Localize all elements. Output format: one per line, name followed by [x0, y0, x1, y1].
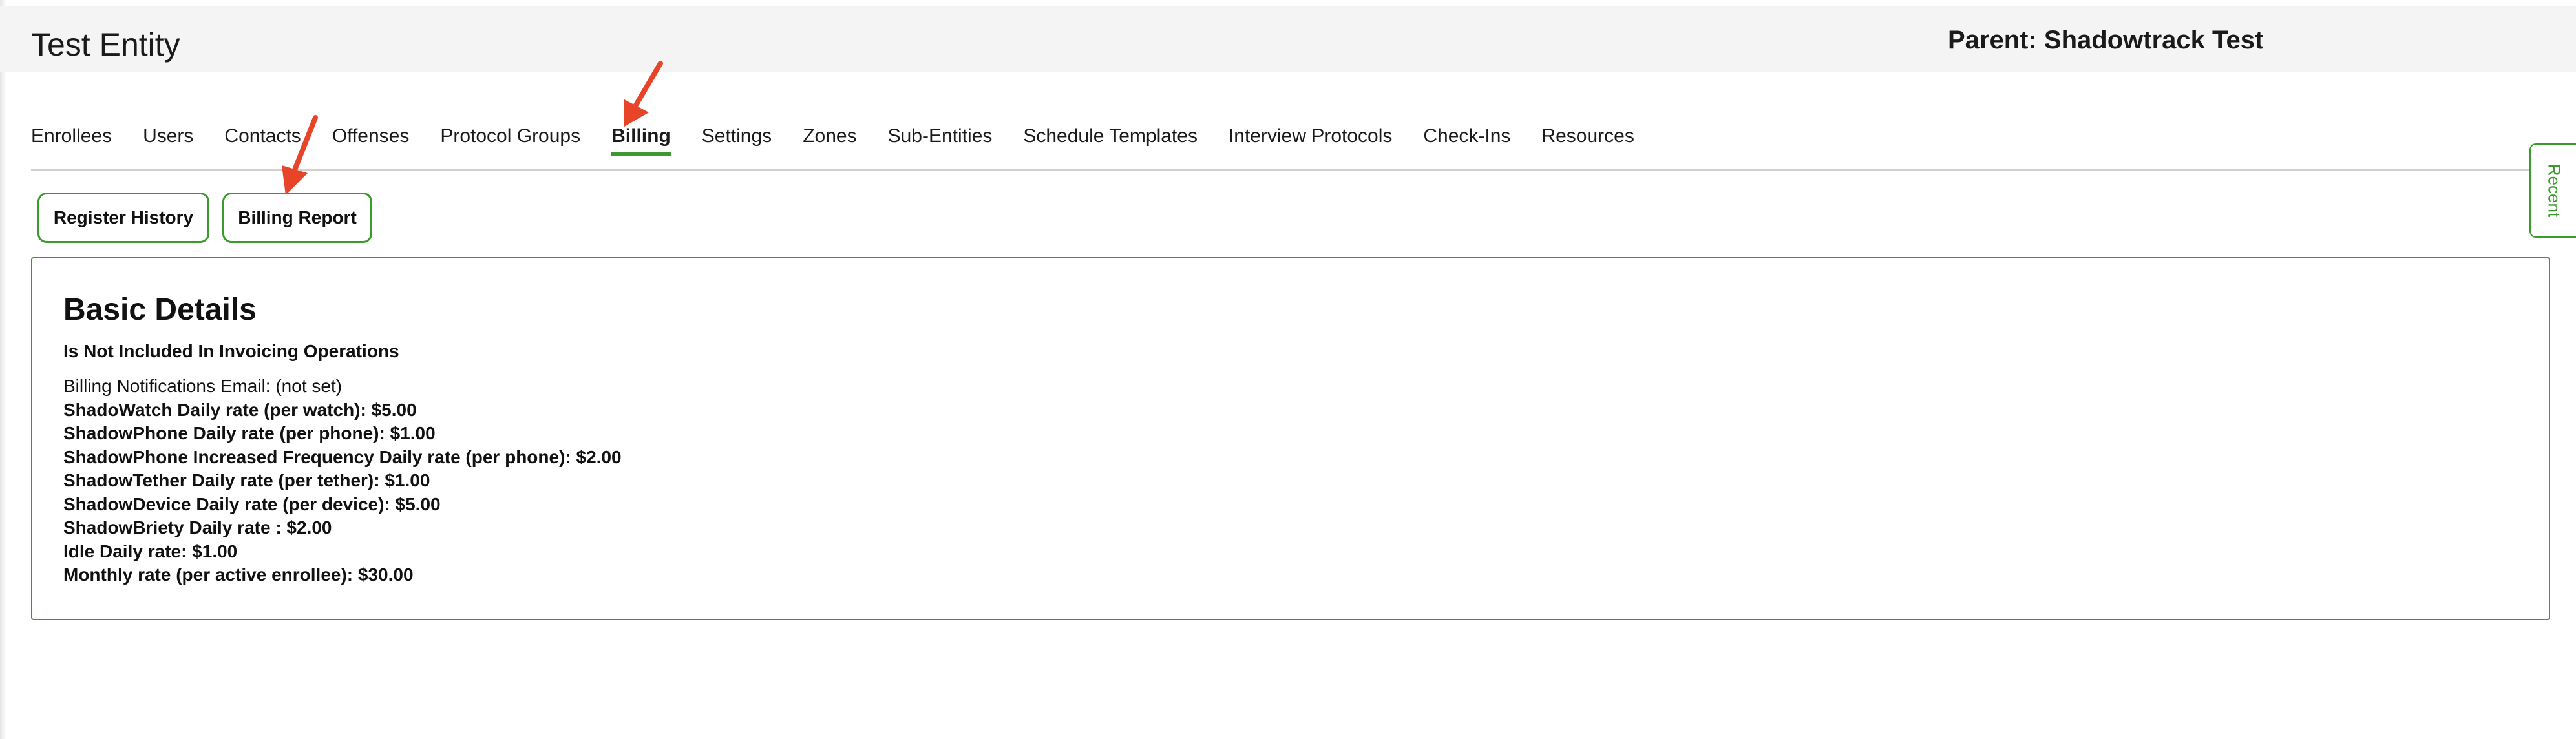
invoicing-status: Is Not Included In Invoicing Operations — [63, 341, 399, 361]
tab-interview-protocols[interactable]: Interview Protocols — [1229, 110, 1392, 155]
rate-shadowdevice: ShadowDevice Daily rate (per device): $5… — [63, 494, 441, 514]
tab-offenses[interactable]: Offenses — [332, 110, 410, 155]
tab-zones[interactable]: Zones — [803, 110, 856, 155]
basic-details-title: Basic Details — [63, 293, 257, 327]
rate-idle: Idle Daily rate: $1.00 — [63, 541, 238, 561]
recent-label: Recent — [2544, 163, 2564, 218]
rate-monthly-per-enrollee: Monthly rate (per active enrollee): $30.… — [63, 565, 414, 585]
tab-enrollees[interactable]: Enrollees — [31, 110, 112, 155]
rate-shadowphone: ShadowPhone Daily rate (per phone): $1.0… — [63, 423, 436, 443]
billing-details-list: Billing Notifications Email: (not set) S… — [63, 375, 622, 587]
entity-tabs: Enrollees Users Contacts Offenses Protoc… — [31, 110, 2551, 171]
billing-report-button[interactable]: Billing Report — [222, 193, 372, 243]
register-history-button[interactable]: Register History — [37, 193, 209, 243]
rate-shadowphone-increased: ShadowPhone Increased Frequency Daily ra… — [63, 446, 622, 467]
tabs-divider — [31, 169, 2539, 171]
annotation-arrow-billing-tab — [624, 61, 663, 127]
basic-details-panel: Basic Details Is Not Included In Invoici… — [31, 257, 2550, 620]
billing-notifications-email: Billing Notifications Email: (not set) — [63, 376, 343, 396]
rate-shadowatch: ShadoWatch Daily rate (per watch): $5.00 — [63, 399, 417, 420]
tab-users[interactable]: Users — [143, 110, 193, 155]
annotation-arrow-billing-report — [282, 115, 318, 195]
parent-entity-title: Parent: Shadowtrack Test — [1948, 26, 2264, 54]
page-header: Test Entity Parent: Shadowtrack Test — [0, 6, 2576, 72]
rate-shadowbriety: ShadowBriety Daily rate : $2.00 — [63, 517, 332, 537]
tab-sub-entities[interactable]: Sub-Entities — [888, 110, 993, 155]
tab-resources[interactable]: Resources — [1541, 110, 1634, 155]
rate-shadowtether: ShadowTether Daily rate (per tether): $1… — [63, 470, 430, 490]
tab-protocol-groups[interactable]: Protocol Groups — [440, 110, 580, 155]
entity-title: Test Entity — [31, 26, 180, 63]
recent-side-tab[interactable]: Recent — [2529, 143, 2576, 238]
tab-schedule-templates[interactable]: Schedule Templates — [1023, 110, 1198, 155]
left-edge-shadow — [0, 0, 6, 739]
tab-check-ins[interactable]: Check-Ins — [1423, 110, 1510, 155]
tab-settings[interactable]: Settings — [702, 110, 772, 155]
